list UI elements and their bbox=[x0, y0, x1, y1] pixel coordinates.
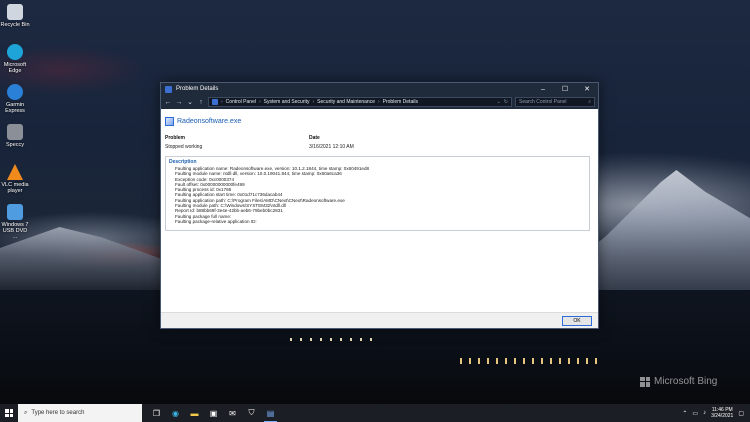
notification-icon[interactable]: ▢ bbox=[738, 410, 744, 417]
microsoft-logo-icon bbox=[640, 376, 650, 387]
taskbar-search-placeholder: Type here to search bbox=[31, 410, 85, 416]
close-button[interactable]: ✕ bbox=[576, 83, 598, 95]
desktop-icon-label: Garmin Express bbox=[5, 102, 25, 114]
refresh-icon[interactable]: ↻ bbox=[504, 99, 508, 105]
desktop-icon-edge[interactable]: Microsoft Edge bbox=[0, 42, 30, 82]
desktop-icon-recycle-bin[interactable]: Recycle Bin bbox=[0, 2, 30, 42]
up-arrow-icon[interactable]: ↑ bbox=[197, 99, 205, 106]
desktop-icon-garmin[interactable]: Garmin Express bbox=[0, 82, 30, 122]
town-lights-decor bbox=[290, 338, 380, 341]
search-icon: ⌕ bbox=[588, 99, 591, 105]
clock-date: 3/24/2021 bbox=[711, 413, 734, 419]
date-header: Date bbox=[309, 135, 320, 141]
bing-watermark: Microsoft Bing bbox=[640, 376, 717, 387]
chevron-right-icon: › bbox=[312, 99, 315, 105]
recent-dropdown-icon[interactable]: ⌄ bbox=[186, 98, 194, 106]
system-tray: ⌃ ▭ ♪ 11:46 PM 3/24/2021 ▢ bbox=[682, 407, 750, 419]
desktop-icon-label: Speccy bbox=[5, 142, 25, 148]
control-panel-icon[interactable]: ▤ bbox=[261, 404, 280, 422]
control-panel-icon bbox=[212, 99, 218, 105]
breadcrumb-control-panel[interactable]: Control Panel bbox=[226, 99, 256, 105]
breadcrumb-security-maintenance[interactable]: Security and Maintenance bbox=[317, 99, 375, 105]
problem-content: Radeonsoftware.exe Problem Stopped worki… bbox=[161, 109, 598, 312]
usb-dvd-tool-icon bbox=[7, 204, 23, 220]
chevron-right-icon: › bbox=[377, 99, 380, 105]
description-title: Description bbox=[169, 159, 197, 165]
taskbar-search-input[interactable]: ⌕ Type here to search bbox=[18, 404, 142, 422]
description-box: Description Faulting application name: R… bbox=[165, 156, 590, 231]
file-explorer-icon[interactable]: ▬ bbox=[185, 404, 204, 422]
security-icon[interactable]: ⛉ bbox=[242, 404, 261, 422]
task-view-icon[interactable]: ❐ bbox=[147, 404, 166, 422]
edge-icon bbox=[7, 44, 23, 60]
desktop-icon-usb-dvd-tool[interactable]: Windows 7 USB DVD ... bbox=[0, 202, 30, 242]
search-placeholder: Search Control Panel bbox=[519, 99, 567, 105]
desktop-icons: Recycle Bin Microsoft Edge Garmin Expres… bbox=[0, 2, 30, 242]
maximize-button[interactable]: ☐ bbox=[554, 83, 576, 95]
address-bar[interactable]: › Control Panel › System and Security › … bbox=[208, 97, 512, 107]
chevron-right-icon: › bbox=[258, 99, 261, 105]
runway-lights-decor bbox=[460, 358, 600, 364]
search-input[interactable]: Search Control Panel ⌕ bbox=[515, 97, 595, 107]
chevron-right-icon: › bbox=[221, 99, 223, 105]
store-icon[interactable]: ▣ bbox=[204, 404, 223, 422]
breadcrumb-problem-details[interactable]: Problem Details bbox=[383, 99, 418, 105]
volume-icon[interactable]: ♪ bbox=[703, 410, 706, 416]
garmin-icon bbox=[7, 84, 23, 100]
forward-arrow-icon[interactable]: → bbox=[175, 99, 183, 106]
recycle-bin-icon bbox=[7, 4, 23, 20]
description-line: Faulting package-relative application ID… bbox=[175, 218, 257, 224]
back-arrow-icon[interactable]: ← bbox=[164, 99, 172, 106]
breadcrumb-system-security[interactable]: System and Security bbox=[264, 99, 310, 105]
taskbar: ⌕ Type here to search ❐ ◉ ▬ ▣ ✉ ⛉ ▤ ⌃ ▭ … bbox=[0, 404, 750, 422]
speccy-icon bbox=[7, 124, 23, 140]
windows-logo-icon bbox=[5, 409, 13, 417]
taskbar-pinned-items: ❐ ◉ ▬ ▣ ✉ ⛉ ▤ bbox=[147, 404, 280, 422]
app-heading: Radeonsoftware.exe bbox=[165, 117, 594, 126]
bing-watermark-text: Microsoft Bing bbox=[654, 376, 718, 387]
problem-summary: Problem Stopped working Date 3/16/2021 1… bbox=[165, 135, 594, 156]
application-name: Radeonsoftware.exe bbox=[177, 118, 242, 125]
clock[interactable]: 11:46 PM 3/24/2021 bbox=[711, 407, 733, 419]
desktop-icon-label: VLC media player bbox=[1, 182, 29, 194]
window-footer: OK bbox=[161, 312, 598, 328]
desktop-icon-label: Windows 7 USB DVD ... bbox=[1, 222, 29, 240]
desktop-background: Recycle Bin Microsoft Edge Garmin Expres… bbox=[0, 0, 750, 404]
problem-header: Problem bbox=[165, 135, 186, 141]
application-icon bbox=[165, 117, 174, 126]
desktop-icon-vlc[interactable]: VLC media player bbox=[0, 162, 30, 202]
flag-icon bbox=[165, 85, 172, 93]
vlc-icon bbox=[7, 164, 23, 180]
network-icon[interactable]: ▭ bbox=[692, 410, 698, 417]
window-titlebar[interactable]: Problem Details – ☐ ✕ bbox=[161, 83, 598, 95]
edge-taskbar-icon[interactable]: ◉ bbox=[166, 404, 185, 422]
chevron-up-icon[interactable]: ⌃ bbox=[682, 410, 687, 417]
desktop-icon-label: Recycle Bin bbox=[0, 22, 30, 28]
chevron-down-icon[interactable]: ⌄ bbox=[497, 99, 501, 105]
problem-value: Stopped working bbox=[165, 144, 203, 150]
address-bar-row: ← → ⌄ ↑ › Control Panel › System and Sec… bbox=[161, 95, 598, 109]
desktop-icon-speccy[interactable]: Speccy bbox=[0, 122, 30, 162]
problem-details-window: Problem Details – ☐ ✕ ← → ⌄ ↑ › Control … bbox=[160, 82, 599, 329]
ok-button[interactable]: OK bbox=[562, 316, 592, 326]
window-title: Problem Details bbox=[176, 86, 219, 92]
desktop-icon-label: Microsoft Edge bbox=[3, 62, 27, 74]
start-button[interactable] bbox=[0, 404, 18, 422]
minimize-button[interactable]: – bbox=[532, 83, 554, 95]
date-value: 3/16/2021 12:10 AM bbox=[309, 144, 354, 150]
search-icon: ⌕ bbox=[24, 409, 28, 416]
mail-icon[interactable]: ✉ bbox=[223, 404, 242, 422]
